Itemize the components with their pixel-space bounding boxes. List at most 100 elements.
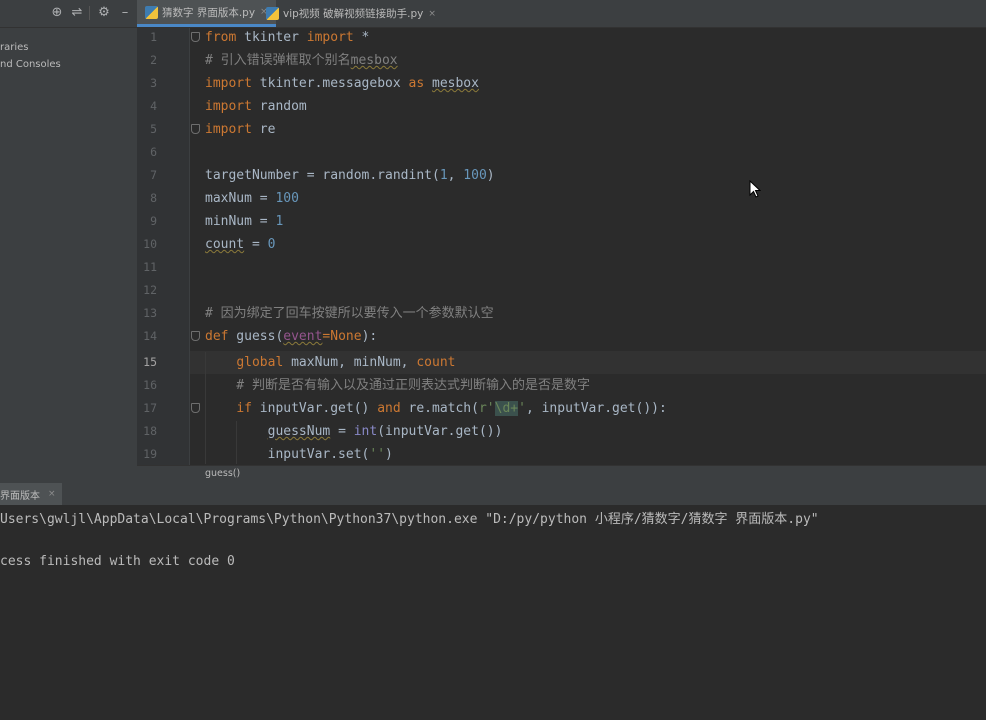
line-number: 12 — [143, 283, 157, 297]
code-text: minNum = — [205, 214, 276, 229]
code-text: inputVar.get() — [251, 401, 378, 416]
code-text: tkinter — [236, 30, 307, 45]
line-number: 2 — [150, 53, 157, 67]
code-text: targetNumber = random.randint( — [205, 168, 440, 183]
code-line-3: import tkinter.messagebox as mesbox — [205, 72, 479, 95]
code-text: guessNum — [267, 424, 331, 439]
code-line-14: def guess(event=None): — [205, 325, 377, 348]
line-number: 18 — [143, 424, 157, 438]
code-text: mesbox — [432, 76, 479, 91]
code-line-13: # 因为绑定了回车按键所以要传入一个参数默认空 — [205, 302, 494, 325]
code-text: inputVar.set( — [205, 447, 370, 462]
line-number: 5 — [150, 122, 157, 136]
tab-label: vip视频 破解视频链接助手.py — [283, 8, 424, 20]
line-number: 17 — [143, 401, 157, 415]
line-number: 1 — [150, 30, 157, 44]
line-number-current: 15 — [143, 355, 157, 369]
collapse-icon[interactable]: ⇌ — [69, 5, 85, 21]
keyword: import — [205, 76, 252, 91]
code-line-15: global maxNum, minNum, count — [205, 351, 455, 374]
tree-item-external-libraries[interactable]: raries — [0, 42, 29, 53]
code-text: tkinter.messagebox — [251, 76, 409, 91]
code-line-7: targetNumber = random.randint(1, 100) — [205, 164, 495, 187]
comment: # 判断是否有输入以及通过正则表达式判断输入的是否是数字 — [205, 378, 590, 393]
code-text: random — [251, 99, 307, 114]
line-number: 6 — [150, 145, 157, 159]
code-text: maxNum = — [205, 191, 276, 206]
tab-vip-video[interactable]: vip视频 破解视频链接助手.py × — [258, 0, 444, 27]
fold-marker-icon[interactable] — [191, 124, 200, 134]
run-tab[interactable]: 界面版本 × — [0, 483, 62, 505]
breadcrumb[interactable]: guess() — [205, 468, 240, 479]
code-line-10: count = 0 — [205, 233, 275, 256]
tab-guess-number[interactable]: 猜数字 界面版本.py × — [137, 0, 276, 27]
code-text: * — [353, 30, 370, 45]
code-line-17: if inputVar.get() and re.match(r'\d+', i… — [205, 397, 667, 420]
code-text: ) — [486, 168, 495, 183]
fold-marker-icon[interactable] — [191, 403, 200, 413]
fold-marker-icon[interactable] — [191, 32, 200, 42]
python-file-icon — [266, 7, 279, 20]
code-line-4: import random — [205, 95, 307, 118]
number-literal: 100 — [275, 191, 299, 206]
fold-marker-icon[interactable] — [191, 331, 200, 341]
line-number: 16 — [143, 378, 157, 392]
mouse-pointer-icon — [749, 180, 761, 198]
code-text: (inputVar.get()) — [377, 424, 503, 439]
keyword: import — [306, 30, 354, 45]
keyword: from — [205, 30, 237, 45]
code-text: = — [244, 237, 268, 252]
number-literal: 1 — [439, 168, 448, 183]
run-tab-label: 界面版本 — [0, 490, 40, 502]
code-text: re — [251, 122, 276, 137]
string-literal: '' — [369, 447, 386, 462]
line-number: 7 — [150, 168, 157, 182]
comment: mesbox — [350, 53, 398, 68]
editor-tab-bar: 猜数字 界面版本.py × vip视频 破解视频链接助手.py × — [137, 0, 986, 28]
code-line-8: maxNum = 100 — [205, 187, 299, 210]
parameter: event — [283, 329, 323, 344]
code-line-16: # 判断是否有输入以及通过正则表达式判断输入的是否是数字 — [205, 374, 590, 397]
line-number: 8 — [150, 191, 157, 205]
run-console[interactable]: Users\gwljl\AppData\Local\Programs\Pytho… — [0, 505, 986, 720]
code-line-2: # 引入错误弹框取个别名mesbox — [205, 49, 398, 72]
code-text: , — [447, 168, 464, 183]
number-literal: 0 — [267, 237, 276, 252]
code-line-19: inputVar.set('') — [205, 443, 393, 466]
project-panel: ⊕ ⇌ ⚙ – raries nd Consoles — [0, 0, 137, 483]
code-line-18: guessNum = int(inputVar.get()) — [205, 420, 503, 443]
code-line-5: import re — [205, 118, 275, 141]
line-number: 10 — [143, 237, 157, 251]
close-icon[interactable]: × — [48, 489, 56, 499]
python-file-icon — [145, 5, 158, 19]
keyword: import — [205, 99, 252, 114]
close-icon[interactable]: × — [428, 9, 436, 19]
code-text: ) — [385, 447, 393, 462]
target-icon[interactable]: ⊕ — [49, 5, 65, 21]
code-text: ): — [361, 329, 378, 344]
number-literal: 1 — [275, 214, 284, 229]
minimize-icon[interactable]: – — [117, 5, 133, 21]
code-text: re.match( — [400, 401, 479, 416]
keyword: if — [236, 401, 252, 416]
code-text: guess( — [228, 329, 284, 344]
breadcrumb-bar: guess() — [137, 465, 986, 484]
gear-icon[interactable]: ⚙ — [96, 5, 112, 21]
tree-item-scratches-consoles[interactable]: nd Consoles — [0, 59, 61, 70]
code-text: maxNum, minNum, — [283, 355, 417, 370]
line-number: 4 — [150, 99, 157, 113]
comment: # 因为绑定了回车按键所以要传入一个参数默认空 — [205, 306, 494, 321]
line-number: 13 — [143, 306, 157, 320]
code-line-1: from tkinter import * — [205, 26, 369, 49]
keyword: global — [236, 355, 284, 370]
keyword: def — [205, 329, 229, 344]
console-command-line: Users\gwljl\AppData\Local\Programs\Pytho… — [0, 512, 819, 527]
line-number: 14 — [143, 329, 157, 343]
run-tab-bar: 界面版本 × — [0, 483, 986, 506]
keyword: as — [408, 76, 425, 91]
project-toolbar: ⊕ ⇌ ⚙ – — [0, 0, 137, 28]
